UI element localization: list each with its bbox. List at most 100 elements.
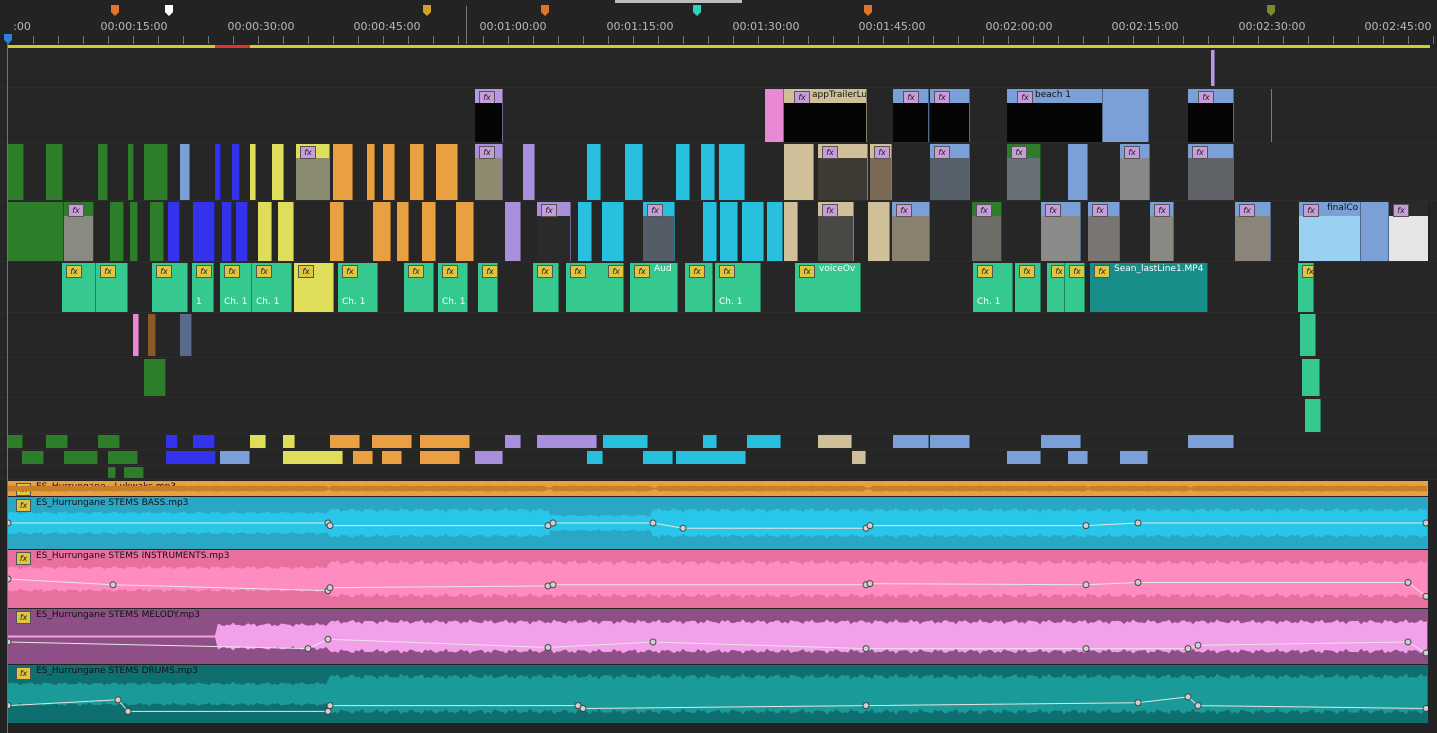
audio-clip[interactable] [1300,314,1316,356]
collapsed-clip[interactable] [537,435,597,448]
video-clip[interactable]: fx [1120,144,1150,200]
video-clip[interactable] [130,202,138,261]
collapsed-clip[interactable] [930,435,970,448]
audio-track-a4[interactable] [0,398,1437,434]
volume-keyframe[interactable] [1422,705,1428,712]
video-clip[interactable] [367,144,375,200]
video-clip[interactable] [602,202,624,261]
volume-keyframe[interactable] [1194,641,1202,649]
video-clip[interactable] [436,144,458,200]
video-track-v4[interactable]: fx fx fx fx fx fx fx fx [0,143,1437,201]
volume-keyframe[interactable] [8,575,12,583]
video-clip[interactable] [505,202,521,261]
volume-keyframe[interactable] [1422,519,1428,527]
volume-keyframe[interactable] [1184,693,1192,701]
video-clip[interactable] [258,202,272,261]
volume-keyframe[interactable] [8,702,12,710]
audio-track-a1[interactable]: fx fx fx fx 1 fx Ch. 1 fx Ch. 1 fx fx Ch. 1 fx fx Ch. … [0,262,1437,313]
video-clip[interactable]: fx [475,89,503,142]
collapsed-clip[interactable] [626,435,648,448]
video-clip[interactable]: fx [930,144,970,200]
video-clip[interactable] [456,202,474,261]
volume-keyframe[interactable] [544,644,552,651]
timeline-marker[interactable] [693,5,701,16]
audio-clip[interactable]: fx [566,263,606,312]
volume-keyframe[interactable] [549,519,557,527]
video-clip[interactable] [272,144,284,200]
video-clip[interactable]: fx [643,202,675,261]
volume-keyframe[interactable] [304,645,312,653]
volume-keyframe[interactable] [326,584,334,592]
collapsed-clip[interactable] [98,435,120,448]
video-clip[interactable]: fx [1188,89,1234,142]
video-clip[interactable] [236,202,248,261]
volume-keyframe[interactable] [679,524,687,532]
video-clip[interactable] [676,144,690,200]
volume-keyframe[interactable] [1404,638,1412,646]
collapsed-clip[interactable] [64,451,98,464]
audio-clip[interactable]: fx [533,263,559,312]
collapsed-clip[interactable] [22,451,44,464]
video-clip[interactable]: fx [1188,144,1234,200]
music-clip-melody[interactable]: fx ES_Hurrungane STEMS MELODY.mp3 [8,609,1428,664]
video-clip[interactable]: fx [296,144,330,200]
collapsed-clip[interactable] [330,435,360,448]
video-clip[interactable]: fx [1150,202,1174,261]
video-clip[interactable] [523,144,535,200]
collapsed-clip[interactable] [372,435,412,448]
video-clip[interactable] [701,144,715,200]
timeline-marker[interactable] [111,5,119,16]
audio-clip[interactable] [148,314,156,356]
video-clip[interactable] [180,144,190,200]
audio-clip[interactable]: fx [404,263,434,312]
audio-clip[interactable]: fx [152,263,188,312]
video-clip[interactable] [742,202,764,261]
audio-clip[interactable]: fx [1065,263,1085,312]
video-clip[interactable] [703,202,717,261]
collapsed-clip[interactable] [108,451,138,464]
collapsed-clip[interactable] [505,435,521,448]
volume-keyframe[interactable] [1082,522,1090,530]
video-clip[interactable] [330,202,344,261]
volume-keyframe[interactable] [1404,578,1412,586]
volume-keyframe[interactable] [866,522,874,530]
music-clip-bass[interactable]: fx ES_Hurrungane STEMS BASS.mp3 [8,497,1428,549]
audio-clip[interactable]: fx Ch. 1 [973,263,1013,312]
video-clip[interactable]: fx [1088,202,1120,261]
collapsed-clip[interactable] [676,451,746,464]
music-clip-drums[interactable]: fx ES_Hurrungane STEMS DRUMS.mp3 [8,665,1428,723]
collapsed-clip[interactable] [166,435,178,448]
video-clip[interactable]: fx [64,202,94,261]
collapsed-clip[interactable] [166,451,216,464]
video-clip[interactable] [373,202,391,261]
audio-clip[interactable]: fx voiceOv [795,263,861,312]
volume-keyframe[interactable] [324,707,332,715]
video-clip[interactable] [193,202,215,261]
volume-keyframe[interactable] [862,702,870,710]
video-clip[interactable] [868,202,890,261]
volume-keyframe[interactable] [114,696,122,704]
video-clip[interactable] [150,202,164,261]
timeline-scroll-thumb[interactable] [615,0,742,3]
audio-track-a2[interactable] [0,313,1437,358]
collapsed-clip[interactable] [1120,451,1148,464]
video-clip[interactable] [7,202,64,261]
video-clip[interactable] [250,144,256,200]
audio-track-a3[interactable] [0,358,1437,398]
video-clip[interactable] [397,202,409,261]
volume-keyframe[interactable] [8,638,12,646]
timeline-marker[interactable] [1267,5,1275,16]
video-clip[interactable]: fx [1235,202,1271,261]
video-clip[interactable]: fx [972,202,1002,261]
video-track-v3[interactable]: fx fx fx fx fx fx fx fx fx fx fx finalCo fx [0,201,1437,262]
collapsed-clip[interactable] [603,435,627,448]
collapsed-clip[interactable] [818,435,852,448]
volume-keyframe[interactable] [1134,578,1142,586]
video-clip[interactable] [278,202,294,261]
collapsed-clip[interactable] [643,451,673,464]
collapsed-clip[interactable] [852,451,866,464]
video-clip[interactable] [222,202,232,261]
collapsed-clip[interactable] [1007,451,1041,464]
video-clip[interactable] [784,202,798,261]
video-clip[interactable] [128,144,134,200]
